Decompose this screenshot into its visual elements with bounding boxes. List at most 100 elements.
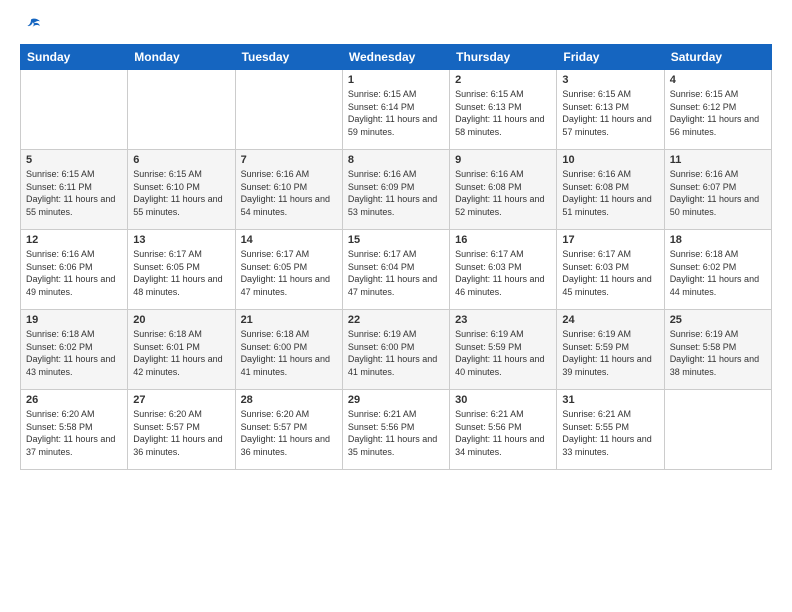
day-info: Sunrise: 6:17 AM Sunset: 6:05 PM Dayligh… bbox=[241, 248, 337, 298]
calendar-cell: 25 Sunrise: 6:19 AM Sunset: 5:58 PM Dayli… bbox=[664, 310, 771, 390]
day-info: Sunrise: 6:20 AM Sunset: 5:57 PM Dayligh… bbox=[241, 408, 337, 458]
day-info: Sunrise: 6:19 AM Sunset: 5:59 PM Dayligh… bbox=[455, 328, 551, 378]
day-number: 21 bbox=[241, 314, 337, 326]
day-number: 8 bbox=[348, 154, 444, 166]
calendar-cell bbox=[235, 70, 342, 150]
day-info: Sunrise: 6:16 AM Sunset: 6:08 PM Dayligh… bbox=[455, 168, 551, 218]
header bbox=[20, 16, 772, 34]
day-info: Sunrise: 6:21 AM Sunset: 5:56 PM Dayligh… bbox=[348, 408, 444, 458]
calendar-cell: 24 Sunrise: 6:19 AM Sunset: 5:59 PM Dayli… bbox=[557, 310, 664, 390]
day-number: 2 bbox=[455, 74, 551, 86]
day-info: Sunrise: 6:15 AM Sunset: 6:11 PM Dayligh… bbox=[26, 168, 122, 218]
day-info: Sunrise: 6:18 AM Sunset: 6:01 PM Dayligh… bbox=[133, 328, 229, 378]
day-number: 19 bbox=[26, 314, 122, 326]
calendar-cell: 27 Sunrise: 6:20 AM Sunset: 5:57 PM Dayli… bbox=[128, 390, 235, 470]
day-number: 11 bbox=[670, 154, 766, 166]
calendar-cell: 16 Sunrise: 6:17 AM Sunset: 6:03 PM Dayli… bbox=[450, 230, 557, 310]
day-number: 9 bbox=[455, 154, 551, 166]
calendar-cell: 29 Sunrise: 6:21 AM Sunset: 5:56 PM Dayli… bbox=[342, 390, 449, 470]
day-info: Sunrise: 6:17 AM Sunset: 6:03 PM Dayligh… bbox=[455, 248, 551, 298]
calendar-cell: 4Sunrise: 6:15 AM Sunset: 6:12 PM Daylig… bbox=[664, 70, 771, 150]
calendar-week-5: 26Sunrise: 6:20 AM Sunset: 5:58 PM Dayli… bbox=[21, 390, 772, 470]
day-number: 28 bbox=[241, 394, 337, 406]
calendar-cell: 26Sunrise: 6:20 AM Sunset: 5:58 PM Dayli… bbox=[21, 390, 128, 470]
day-info: Sunrise: 6:19 AM Sunset: 5:59 PM Dayligh… bbox=[562, 328, 658, 378]
day-number: 25 bbox=[670, 314, 766, 326]
day-number: 23 bbox=[455, 314, 551, 326]
day-info: Sunrise: 6:15 AM Sunset: 6:13 PM Dayligh… bbox=[455, 88, 551, 138]
calendar-cell: 22 Sunrise: 6:19 AM Sunset: 6:00 PM Dayli… bbox=[342, 310, 449, 390]
weekday-header-wednesday: Wednesday bbox=[342, 45, 449, 70]
calendar-cell bbox=[664, 390, 771, 470]
calendar-cell: 17 Sunrise: 6:17 AM Sunset: 6:03 PM Dayli… bbox=[557, 230, 664, 310]
day-number: 18 bbox=[670, 234, 766, 246]
calendar-table: SundayMondayTuesdayWednesdayThursdayFrid… bbox=[20, 44, 772, 470]
calendar-cell: 15 Sunrise: 6:17 AM Sunset: 6:04 PM Dayli… bbox=[342, 230, 449, 310]
calendar-cell: 19 Sunrise: 6:18 AM Sunset: 6:02 PM Dayli… bbox=[21, 310, 128, 390]
calendar-cell: 2 Sunrise: 6:15 AM Sunset: 6:13 PM Daylig… bbox=[450, 70, 557, 150]
calendar-cell: 21Sunrise: 6:18 AM Sunset: 6:00 PM Dayli… bbox=[235, 310, 342, 390]
day-info: Sunrise: 6:21 AM Sunset: 5:56 PM Dayligh… bbox=[455, 408, 551, 458]
day-number: 7 bbox=[241, 154, 337, 166]
day-info: Sunrise: 6:16 AM Sunset: 6:10 PM Dayligh… bbox=[241, 168, 337, 218]
calendar-cell: 8Sunrise: 6:16 AM Sunset: 6:09 PM Daylig… bbox=[342, 150, 449, 230]
calendar-week-4: 19 Sunrise: 6:18 AM Sunset: 6:02 PM Dayli… bbox=[21, 310, 772, 390]
day-number: 14 bbox=[241, 234, 337, 246]
calendar-cell: 3 Sunrise: 6:15 AM Sunset: 6:13 PM Daylig… bbox=[557, 70, 664, 150]
day-number: 3 bbox=[562, 74, 658, 86]
day-info: Sunrise: 6:16 AM Sunset: 6:08 PM Dayligh… bbox=[562, 168, 658, 218]
day-number: 1 bbox=[348, 74, 444, 86]
day-info: Sunrise: 6:18 AM Sunset: 6:02 PM Dayligh… bbox=[670, 248, 766, 298]
day-number: 22 bbox=[348, 314, 444, 326]
day-number: 10 bbox=[562, 154, 658, 166]
day-number: 27 bbox=[133, 394, 229, 406]
calendar-cell: 7 Sunrise: 6:16 AM Sunset: 6:10 PM Daylig… bbox=[235, 150, 342, 230]
weekday-header-saturday: Saturday bbox=[664, 45, 771, 70]
day-number: 6 bbox=[133, 154, 229, 166]
day-info: Sunrise: 6:15 AM Sunset: 6:10 PM Dayligh… bbox=[133, 168, 229, 218]
calendar-cell: 1 Sunrise: 6:15 AM Sunset: 6:14 PM Daylig… bbox=[342, 70, 449, 150]
day-info: Sunrise: 6:16 AM Sunset: 6:06 PM Dayligh… bbox=[26, 248, 122, 298]
day-number: 17 bbox=[562, 234, 658, 246]
day-info: Sunrise: 6:17 AM Sunset: 6:05 PM Dayligh… bbox=[133, 248, 229, 298]
day-number: 31 bbox=[562, 394, 658, 406]
calendar-cell: 30 Sunrise: 6:21 AM Sunset: 5:56 PM Dayli… bbox=[450, 390, 557, 470]
calendar-cell: 20Sunrise: 6:18 AM Sunset: 6:01 PM Dayli… bbox=[128, 310, 235, 390]
day-info: Sunrise: 6:15 AM Sunset: 6:14 PM Dayligh… bbox=[348, 88, 444, 138]
calendar-cell bbox=[128, 70, 235, 150]
calendar-cell bbox=[21, 70, 128, 150]
day-info: Sunrise: 6:17 AM Sunset: 6:04 PM Dayligh… bbox=[348, 248, 444, 298]
calendar-cell: 13Sunrise: 6:17 AM Sunset: 6:05 PM Dayli… bbox=[128, 230, 235, 310]
day-info: Sunrise: 6:15 AM Sunset: 6:13 PM Dayligh… bbox=[562, 88, 658, 138]
day-info: Sunrise: 6:17 AM Sunset: 6:03 PM Dayligh… bbox=[562, 248, 658, 298]
day-number: 16 bbox=[455, 234, 551, 246]
calendar-week-3: 12 Sunrise: 6:16 AM Sunset: 6:06 PM Dayli… bbox=[21, 230, 772, 310]
day-number: 5 bbox=[26, 154, 122, 166]
calendar-cell: 28 Sunrise: 6:20 AM Sunset: 5:57 PM Dayli… bbox=[235, 390, 342, 470]
calendar-week-1: 1 Sunrise: 6:15 AM Sunset: 6:14 PM Daylig… bbox=[21, 70, 772, 150]
logo bbox=[20, 16, 40, 34]
day-info: Sunrise: 6:16 AM Sunset: 6:07 PM Dayligh… bbox=[670, 168, 766, 218]
calendar-cell: 14 Sunrise: 6:17 AM Sunset: 6:05 PM Dayli… bbox=[235, 230, 342, 310]
day-number: 15 bbox=[348, 234, 444, 246]
calendar-cell: 23 Sunrise: 6:19 AM Sunset: 5:59 PM Dayli… bbox=[450, 310, 557, 390]
day-number: 12 bbox=[26, 234, 122, 246]
weekday-header-sunday: Sunday bbox=[21, 45, 128, 70]
calendar-cell: 31Sunrise: 6:21 AM Sunset: 5:55 PM Dayli… bbox=[557, 390, 664, 470]
day-info: Sunrise: 6:15 AM Sunset: 6:12 PM Dayligh… bbox=[670, 88, 766, 138]
logo-bird-icon bbox=[22, 16, 40, 34]
day-number: 30 bbox=[455, 394, 551, 406]
calendar-cell: 9 Sunrise: 6:16 AM Sunset: 6:08 PM Daylig… bbox=[450, 150, 557, 230]
weekday-header-tuesday: Tuesday bbox=[235, 45, 342, 70]
calendar-week-2: 5 Sunrise: 6:15 AM Sunset: 6:11 PM Daylig… bbox=[21, 150, 772, 230]
day-info: Sunrise: 6:18 AM Sunset: 6:02 PM Dayligh… bbox=[26, 328, 122, 378]
calendar-cell: 10 Sunrise: 6:16 AM Sunset: 6:08 PM Dayli… bbox=[557, 150, 664, 230]
day-number: 24 bbox=[562, 314, 658, 326]
calendar-cell: 18 Sunrise: 6:18 AM Sunset: 6:02 PM Dayli… bbox=[664, 230, 771, 310]
day-info: Sunrise: 6:19 AM Sunset: 5:58 PM Dayligh… bbox=[670, 328, 766, 378]
calendar-cell: 12 Sunrise: 6:16 AM Sunset: 6:06 PM Dayli… bbox=[21, 230, 128, 310]
day-info: Sunrise: 6:20 AM Sunset: 5:57 PM Dayligh… bbox=[133, 408, 229, 458]
day-number: 29 bbox=[348, 394, 444, 406]
calendar-cell: 6 Sunrise: 6:15 AM Sunset: 6:10 PM Daylig… bbox=[128, 150, 235, 230]
day-info: Sunrise: 6:19 AM Sunset: 6:00 PM Dayligh… bbox=[348, 328, 444, 378]
